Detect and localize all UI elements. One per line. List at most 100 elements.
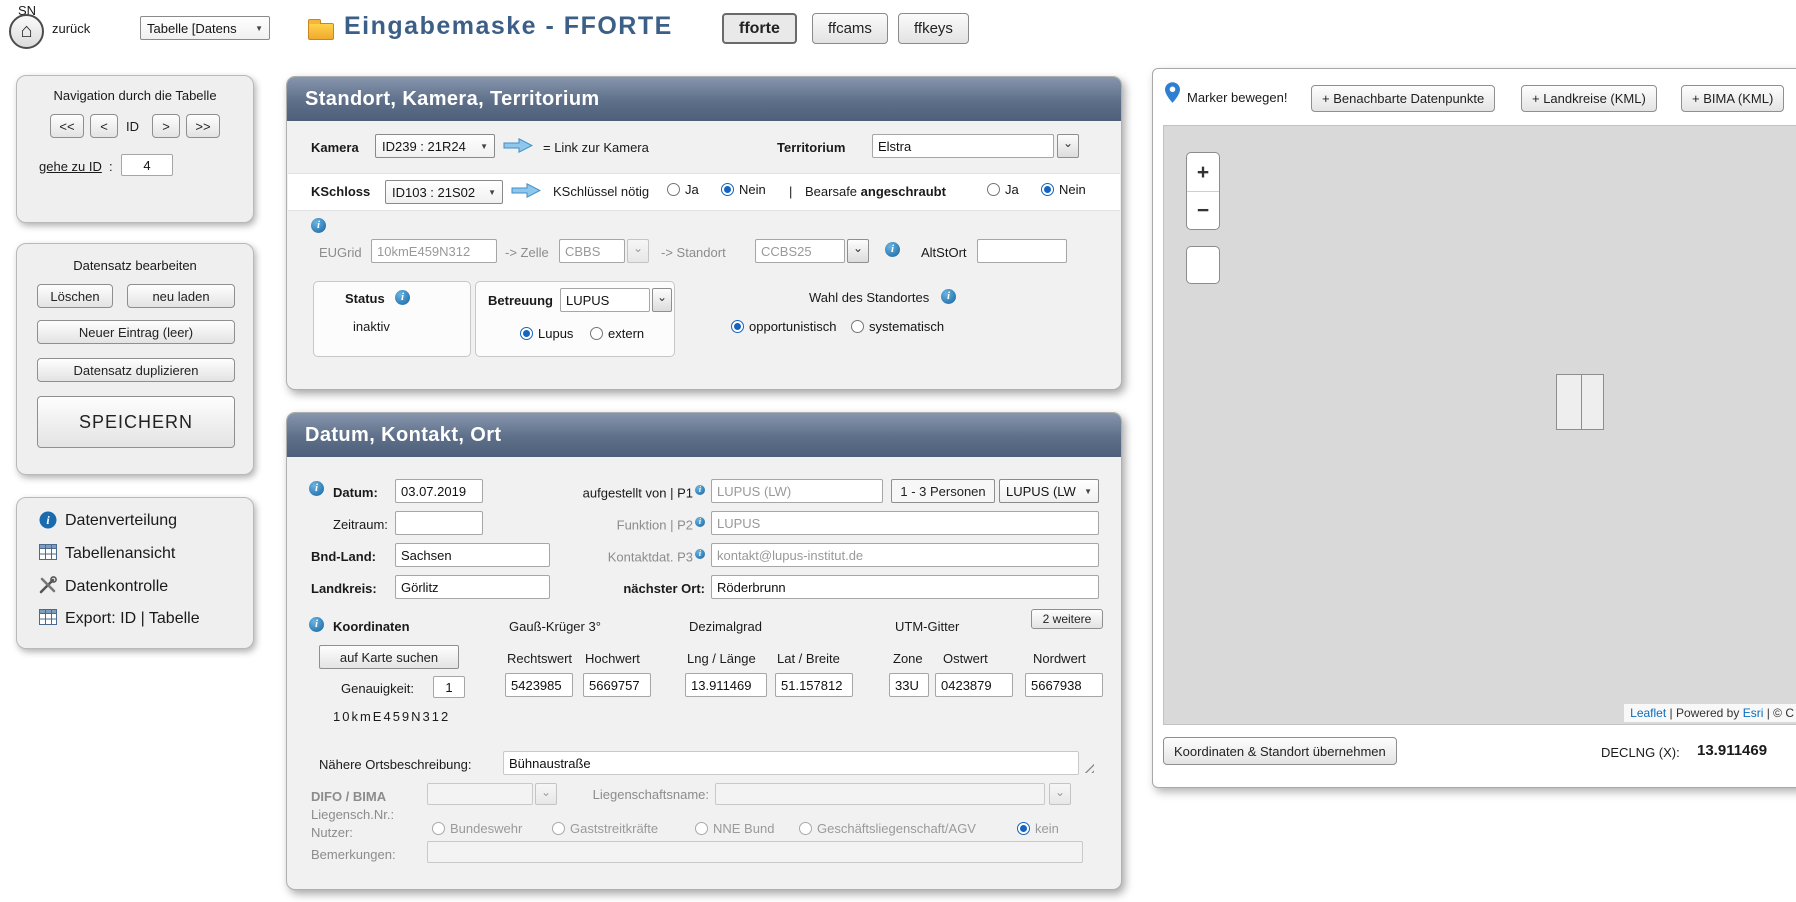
kamera-select[interactable]: ID239 : 21R24 [375,134,495,158]
karte-suchen-button[interactable]: auf Karte suchen [319,645,459,669]
info-icon[interactable] [311,218,326,233]
resize-handle[interactable] [1083,762,1094,773]
p1-input[interactable] [711,479,883,503]
map-attribution: Leaflet | Powered by Esri | © C [1624,704,1796,722]
lat-input[interactable] [775,673,853,697]
edit-box: Datensatz bearbeiten Löschen neu laden N… [16,243,254,475]
info-icon[interactable] [395,290,410,305]
landkreise-kml-button[interactable]: + Landkreise (KML) [1521,85,1657,112]
duplicate-button[interactable]: Datensatz duplizieren [37,358,235,382]
datenpunkte-button[interactable]: + Benachbarte Datenpunkte [1311,85,1495,112]
reload-button[interactable]: neu laden [127,284,235,308]
back-link[interactable]: zurück [52,21,90,36]
kschloss-select[interactable]: ID103 : 21S02 [385,180,503,204]
home-icon[interactable]: ⌂ [9,14,44,49]
zone-input[interactable] [889,673,929,697]
folder-icon [308,23,334,40]
nutzer-radio-nne-bund: NNE Bund [695,821,774,836]
nordwert-input[interactable] [1025,673,1103,697]
prev-record-button[interactable]: < [90,114,118,138]
sidebar-item-tabellenansicht[interactable]: Tabellenansicht [65,545,175,563]
p3-input[interactable] [711,543,1099,567]
territorium-dropdown-button[interactable] [1057,134,1079,158]
ortsbeschreibung-input[interactable] [503,751,1079,775]
esri-link[interactable]: Esri [1743,706,1764,720]
standort-input[interactable] [755,239,845,263]
kschluessel-radio-ja[interactable]: Ja [667,182,699,197]
bima-kml-button[interactable]: + BIMA (KML) [1681,85,1784,112]
standort-dropdown-button[interactable] [847,239,869,263]
apply-coordinates-button[interactable]: Koordinaten & Standort übernehmen [1163,737,1397,765]
info-icon[interactable] [885,242,900,257]
genauigkeit-input[interactable] [433,676,465,698]
liegenschnr-label: Liegensch.Nr.: [311,807,394,822]
altstort-input[interactable] [977,239,1067,263]
info-icon[interactable] [309,617,324,632]
ostwert-input[interactable] [935,673,1013,697]
sidebar-item-datenkontrolle[interactable]: Datenkontrolle [65,578,168,596]
sidebar-item-datenverteilung[interactable]: Datenverteilung [65,512,177,530]
info-icon[interactable] [695,485,705,495]
p1-select[interactable]: LUPUS (LW [999,479,1099,503]
datum-panel: Datum, Kontakt, Ort Datum: aufgestellt v… [286,412,1122,890]
app-tab-fforte[interactable]: fforte [722,13,797,44]
bearsafe-radio-nein[interactable]: Nein [1041,182,1086,197]
bndland-input[interactable] [395,543,550,567]
save-button[interactable]: SPEICHERN [37,396,235,448]
new-entry-button[interactable]: Neuer Eintrag (leer) [37,320,235,344]
weitere-button[interactable]: 2 weitere [1031,609,1103,629]
app-tab-ffcams[interactable]: ffcams [812,13,888,44]
info-icon[interactable] [309,481,324,496]
info-circle-icon: i [39,511,57,529]
personen-badge[interactable]: 1 - 3 Personen [891,479,995,503]
last-record-button[interactable]: >> [186,114,220,138]
bearsafe-radio-ja[interactable]: Ja [987,182,1019,197]
zoom-out-button[interactable]: − [1187,191,1219,229]
marker-hint-text: Marker bewegen! [1187,90,1287,105]
declng-value: 13.911469 [1697,742,1767,759]
status-group [313,281,471,357]
next-record-button[interactable]: > [152,114,180,138]
zelle-input[interactable] [559,239,625,263]
betreuung-radio-extern[interactable]: extern [590,326,644,341]
ortsbeschreibung-label: Nähere Ortsbeschreibung: [319,757,471,772]
map-feature-rect [1556,374,1582,430]
betreuung-radio-lupus[interactable]: Lupus [520,326,573,341]
rechtswert-input[interactable] [505,673,573,697]
info-icon[interactable] [695,517,705,527]
betreuung-input[interactable] [560,288,650,312]
leaflet-link[interactable]: Leaflet [1630,706,1666,720]
kschluessel-radio-nein[interactable]: Nein [721,182,766,197]
info-icon[interactable] [695,549,705,559]
goto-id-input[interactable] [121,154,173,176]
map-canvas[interactable]: + − Leaflet | Powered by Esri | © C [1163,125,1796,725]
table-select[interactable]: Tabelle [Datens [140,16,270,40]
kschluessel-label: KSchlüssel nötig [553,184,649,199]
app-tab-ffkeys[interactable]: ffkeys [898,13,969,44]
zelle-label: -> Zelle [505,245,549,260]
betreuung-group: Betreuung Lupus extern [475,281,675,357]
hochwert-input[interactable] [583,673,651,697]
zoom-in-button[interactable]: + [1187,153,1219,191]
eugrid-input[interactable] [371,239,497,263]
zeitraum-input[interactable] [395,511,483,535]
lng-input[interactable] [685,673,767,697]
landkreis-input[interactable] [395,575,550,599]
first-record-button[interactable]: << [50,114,84,138]
kschloss-link-arrow-icon[interactable] [511,182,541,199]
territorium-input[interactable] [872,134,1054,158]
sidebar-item-export[interactable]: Export: ID | Tabelle [65,610,200,628]
betreuung-dropdown-button[interactable] [652,288,672,312]
wahl-radio-systematisch[interactable]: systematisch [851,319,944,334]
goto-id-link[interactable]: gehe zu ID [39,159,102,174]
layers-control[interactable] [1186,246,1220,284]
wahl-radio-opportunistisch[interactable]: opportunistisch [731,319,836,334]
ort-input[interactable] [711,575,1099,599]
camera-link-arrow-icon[interactable] [503,137,533,154]
nutzer-label: Nutzer: [311,825,353,840]
datum-panel-header: Datum, Kontakt, Ort [287,413,1121,457]
datum-input[interactable] [395,479,483,503]
p2-input[interactable] [711,511,1099,535]
delete-button[interactable]: Löschen [37,284,113,308]
info-icon[interactable] [941,289,956,304]
